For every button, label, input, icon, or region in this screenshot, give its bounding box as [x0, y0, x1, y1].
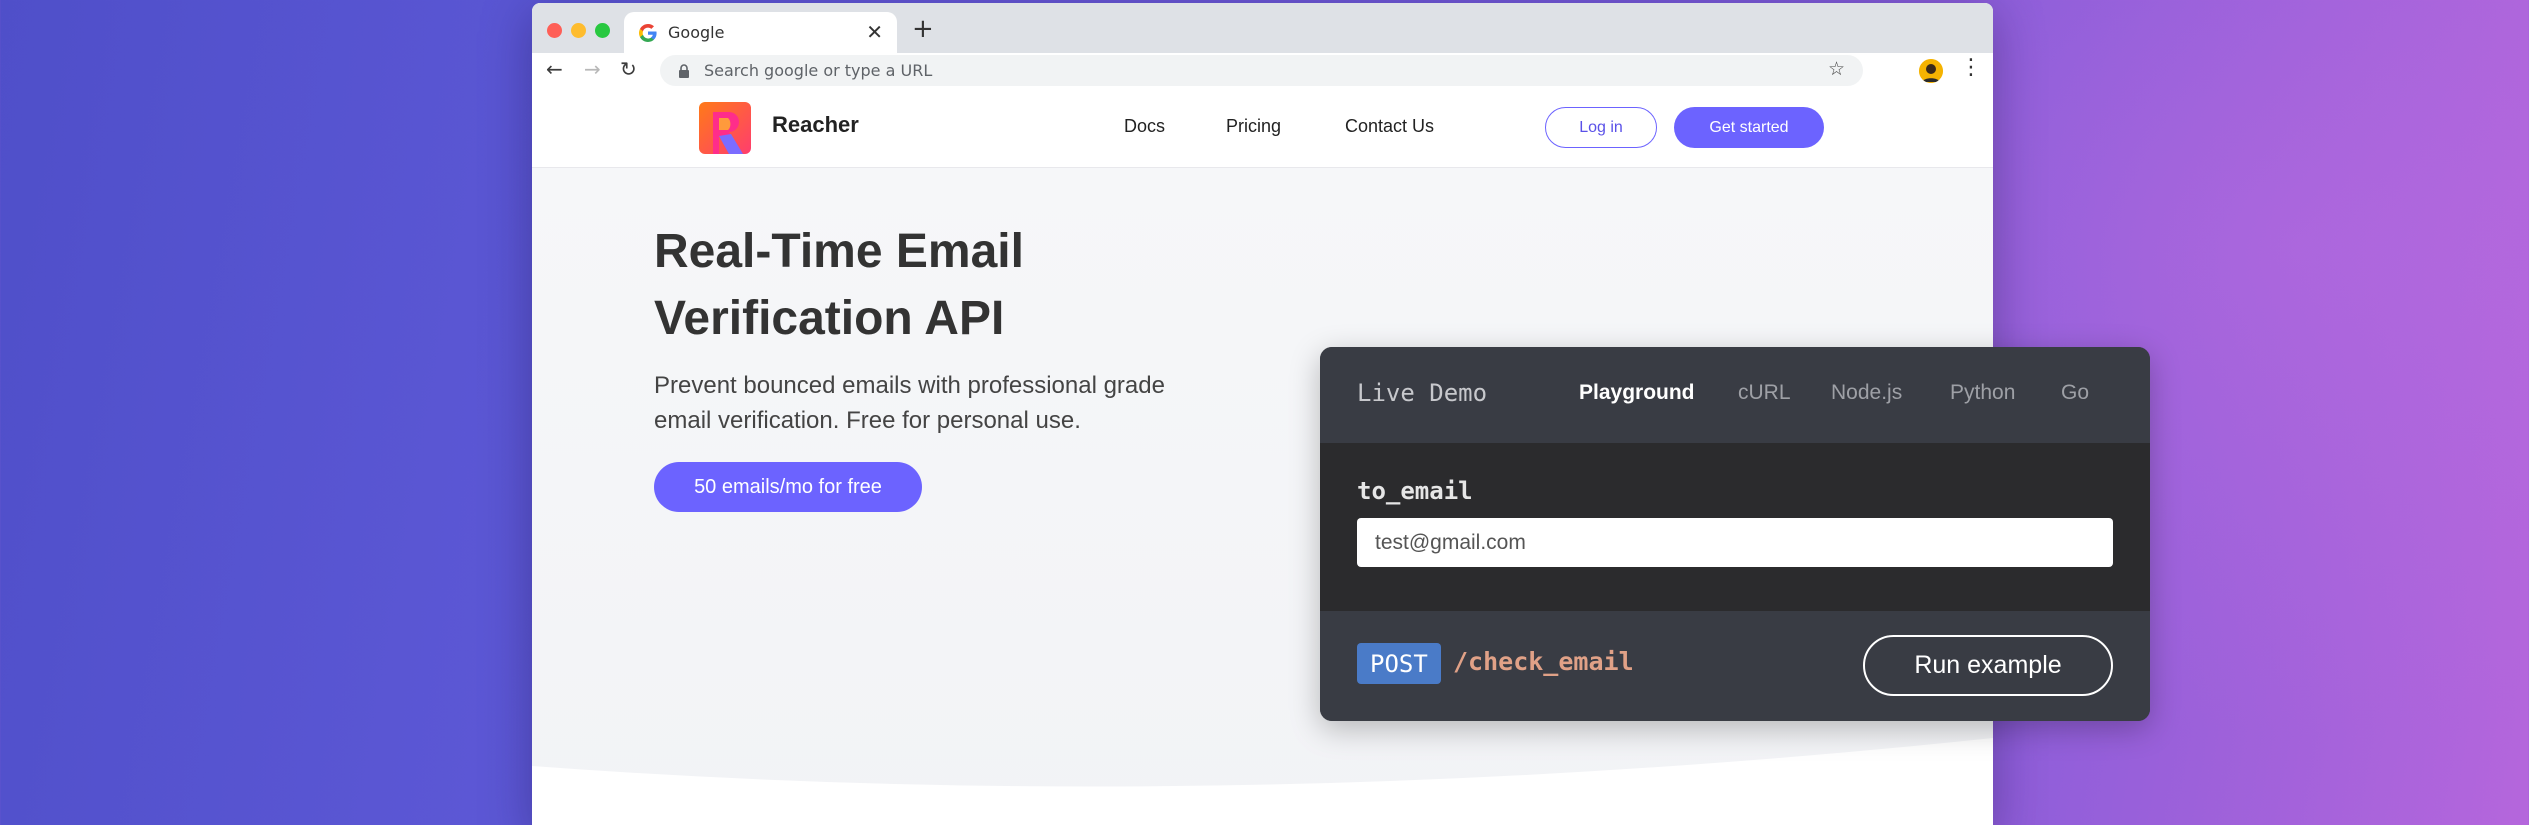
brand-name[interactable]: Reacher: [772, 112, 859, 138]
address-bar-placeholder: Search google or type a URL: [704, 61, 933, 80]
run-example-button[interactable]: Run example: [1863, 635, 2113, 696]
to-email-input[interactable]: [1357, 518, 2113, 567]
nav-pricing-link[interactable]: Pricing: [1226, 116, 1281, 137]
close-window-button[interactable]: [547, 23, 562, 38]
browser-menu-icon[interactable]: ⋮: [1960, 55, 1982, 80]
tab-playground[interactable]: Playground: [1579, 381, 1695, 405]
login-button[interactable]: Log in: [1545, 107, 1657, 148]
maximize-window-button[interactable]: [595, 23, 610, 38]
demo-footer: POST /check_email Run example: [1320, 611, 2150, 721]
demo-header: Live Demo Playground cURL Node.js Python…: [1320, 347, 2150, 443]
google-icon: [639, 23, 657, 42]
address-bar[interactable]: Search google or type a URL ☆: [660, 55, 1863, 86]
live-demo-card: Live Demo Playground cURL Node.js Python…: [1320, 347, 2150, 721]
to-email-label: to_email: [1357, 477, 1473, 505]
nav-contact-link[interactable]: Contact Us: [1345, 116, 1434, 137]
back-arrow-icon[interactable]: ←: [546, 57, 563, 81]
hero-wave-decoration: [532, 738, 1993, 825]
reload-icon[interactable]: ↻: [620, 57, 637, 81]
demo-title: Live Demo: [1357, 379, 1488, 407]
reacher-logo-icon[interactable]: [699, 102, 751, 154]
close-tab-icon[interactable]: ✕: [866, 20, 883, 44]
endpoint-path: /check_email: [1453, 647, 1634, 676]
browser-tab[interactable]: Google ✕: [624, 12, 897, 53]
get-started-button[interactable]: Get started: [1674, 107, 1824, 148]
tab-curl[interactable]: cURL: [1738, 381, 1791, 405]
forward-arrow-icon[interactable]: →: [584, 57, 601, 81]
site-header: Reacher Docs Pricing Contact Us Log in G…: [532, 89, 1993, 168]
http-method-badge: POST: [1357, 643, 1441, 684]
minimize-window-button[interactable]: [571, 23, 586, 38]
new-tab-button[interactable]: +: [912, 14, 934, 44]
profile-avatar[interactable]: [1919, 59, 1943, 83]
tab-title: Google: [668, 23, 725, 42]
lock-icon: [679, 63, 689, 78]
demo-body: to_email: [1320, 443, 2150, 611]
avatar-icon: [1919, 59, 1943, 83]
tab-python[interactable]: Python: [1950, 381, 2015, 405]
bookmark-star-icon[interactable]: ☆: [1828, 58, 1845, 80]
tab-nodejs[interactable]: Node.js: [1831, 381, 1902, 405]
free-emails-cta-button[interactable]: 50 emails/mo for free: [654, 462, 922, 512]
nav-docs-link[interactable]: Docs: [1124, 116, 1165, 137]
tab-bar: Google ✕ +: [532, 3, 1993, 53]
window-controls: [547, 23, 610, 38]
hero-title: Real-Time Email Verification API: [654, 225, 1024, 345]
tab-go[interactable]: Go: [2061, 381, 2089, 405]
hero-subtitle: Prevent bounced emails with professional…: [654, 372, 1165, 434]
browser-toolbar: ← → ↻ Search google or type a URL ☆ ⋮: [532, 53, 1993, 89]
